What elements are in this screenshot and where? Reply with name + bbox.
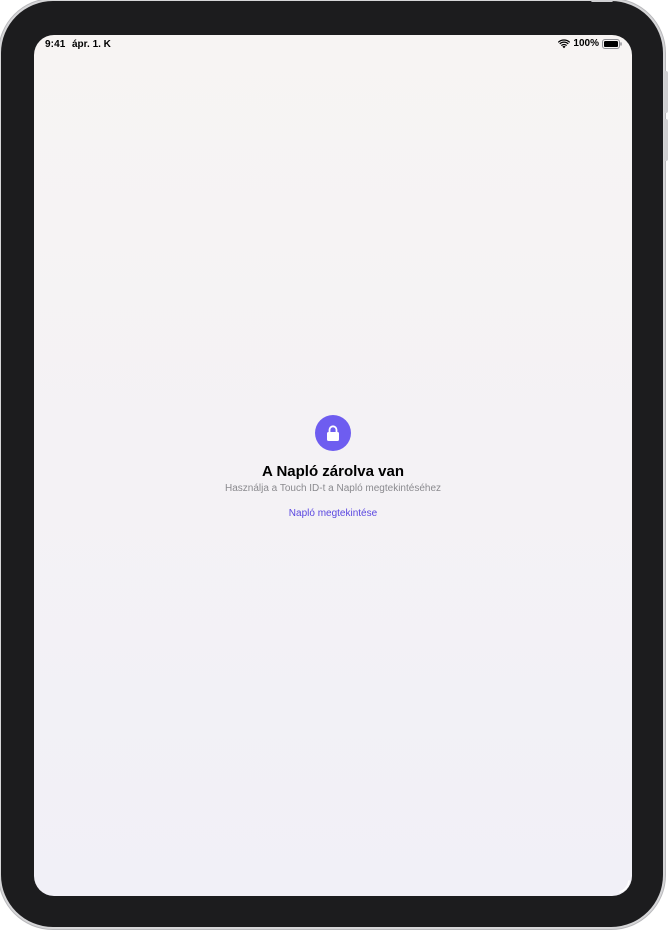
lock-panel: A Napló zárolva van Használja a Touch ID… bbox=[34, 415, 632, 521]
ipad-frame: 9:41 ápr. 1. K 100% A Napló zárolva van … bbox=[1, 0, 668, 927]
lock-subtitle: Használja a Touch ID-t a Napló megtekint… bbox=[224, 483, 442, 494]
lock-title: A Napló zárolva van bbox=[262, 463, 404, 480]
status-time: 9:41 bbox=[45, 39, 66, 50]
top-button bbox=[591, 0, 613, 2]
resize-handle-icon[interactable] bbox=[615, 878, 631, 894]
lock-icon bbox=[315, 415, 351, 451]
status-indicators: 100% bbox=[558, 38, 622, 49]
status-bar: 9:41 ápr. 1. K 100% bbox=[34, 35, 632, 55]
battery-icon bbox=[602, 38, 622, 49]
view-journal-button[interactable]: Napló megtekintése bbox=[289, 508, 377, 519]
status-date: ápr. 1. K bbox=[72, 39, 111, 50]
battery-percentage: 100% bbox=[573, 38, 599, 49]
wifi-icon bbox=[558, 38, 571, 48]
volume-up-button bbox=[664, 71, 668, 113]
volume-down-button bbox=[664, 119, 668, 161]
screen: 9:41 ápr. 1. K 100% A Napló zárolva van … bbox=[34, 35, 632, 896]
